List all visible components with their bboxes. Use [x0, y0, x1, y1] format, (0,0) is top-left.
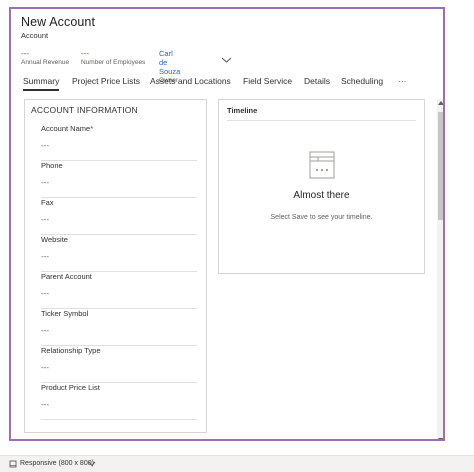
annual-revenue-label: Annual Revenue: [21, 59, 70, 66]
timeline-title: Timeline: [227, 106, 258, 115]
field-fax[interactable]: Fax ---: [41, 198, 197, 235]
field-website[interactable]: Website ---: [41, 235, 197, 272]
status-bar: Responsive (800 x 800): [0, 455, 474, 472]
owner-link[interactable]: Carl de Souza: [159, 49, 180, 76]
required-indicator: *: [90, 124, 94, 133]
header-field-employees[interactable]: --- Number of Employees: [81, 49, 145, 66]
account-information-section: ACCOUNT INFORMATION Account Name* --- Ph…: [24, 99, 207, 433]
field-value[interactable]: ---: [41, 178, 49, 187]
field-value[interactable]: ---: [41, 363, 49, 372]
form-header: New Account Account --- Annual Revenue -…: [21, 15, 433, 84]
timeline-section: Timeline Almost there Select Save to see…: [218, 99, 425, 274]
form-frame: New Account Account --- Annual Revenue -…: [9, 7, 445, 441]
field-relationship-type[interactable]: Relationship Type ---: [41, 346, 197, 383]
field-parent-account[interactable]: Parent Account ---: [41, 272, 197, 309]
tab-more-overflow[interactable]: ···: [398, 76, 407, 86]
tab-project-price-lists[interactable]: Project Price Lists: [72, 76, 140, 86]
timeline-heading: Almost there: [293, 190, 350, 201]
tab-field-service[interactable]: Field Service: [243, 76, 292, 86]
page-title: New Account: [21, 15, 96, 29]
form-body: ACCOUNT INFORMATION Account Name* --- Ph…: [21, 99, 437, 439]
divider: [227, 120, 416, 121]
field-label: Relationship Type: [41, 346, 101, 355]
field-account-name[interactable]: Account Name* ---: [41, 124, 197, 161]
scroll-up-arrow-icon[interactable]: [438, 100, 444, 106]
field-phone[interactable]: Phone ---: [41, 161, 197, 198]
field-label: Ticker Symbol: [41, 309, 89, 318]
employees-label: Number of Employees: [81, 59, 146, 66]
field-label: Product Price List: [41, 383, 100, 392]
field-value[interactable]: ---: [41, 252, 49, 261]
timeline-message: Select Save to see your timeline.: [270, 214, 373, 221]
entity-type-label: Account: [21, 31, 49, 40]
tab-details[interactable]: Details: [304, 76, 330, 86]
chevron-down-icon[interactable]: [88, 461, 96, 467]
scroll-down-arrow-icon[interactable]: [438, 437, 444, 441]
field-value[interactable]: ---: [41, 215, 49, 224]
field-value[interactable]: ---: [41, 141, 49, 150]
field-value[interactable]: ---: [41, 326, 49, 335]
responsive-size-selector[interactable]: Responsive (800 x 800): [20, 460, 94, 467]
field-label: Account Name: [41, 124, 91, 133]
header-field-annual-revenue[interactable]: --- Annual Revenue: [21, 49, 69, 66]
field-product-price-list[interactable]: Product Price List ---: [41, 383, 197, 420]
timeline-empty-icon: [309, 151, 335, 179]
vertical-scrollbar[interactable]: [437, 99, 444, 441]
field-value[interactable]: ---: [41, 400, 49, 409]
tab-scheduling[interactable]: Scheduling: [341, 76, 383, 86]
field-label: Phone: [41, 161, 63, 170]
field-label: Website: [41, 235, 68, 244]
section-title: ACCOUNT INFORMATION: [31, 105, 138, 115]
scrollbar-thumb[interactable]: [438, 112, 443, 220]
field-label: Fax: [41, 198, 54, 207]
annual-revenue-value: ---: [21, 49, 29, 58]
field-value[interactable]: ---: [41, 289, 49, 298]
employees-value: ---: [81, 49, 89, 58]
tab-assets-and-locations[interactable]: Assets and Locations: [150, 76, 231, 86]
field-ticker-symbol[interactable]: Ticker Symbol ---: [41, 309, 197, 346]
device-icon: [9, 460, 17, 468]
field-label: Parent Account: [41, 272, 92, 281]
chevron-down-icon[interactable]: [221, 56, 232, 64]
tab-summary[interactable]: Summary: [23, 76, 60, 91]
